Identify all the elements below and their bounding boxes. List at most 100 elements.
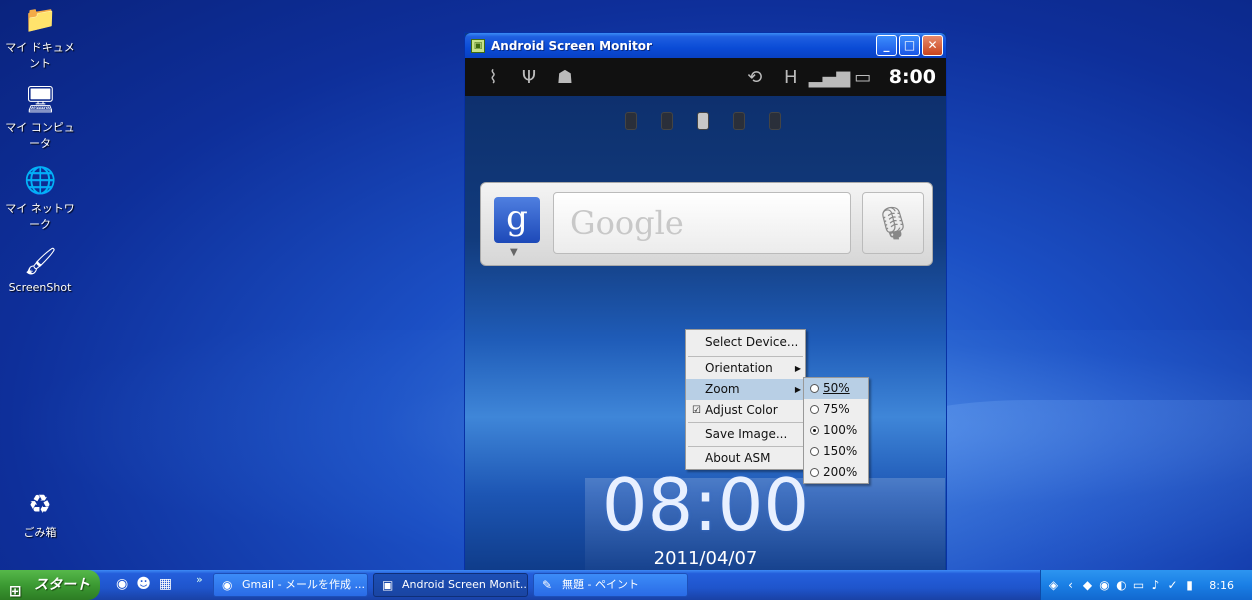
tray-app-icon[interactable]: ▮	[1183, 578, 1196, 592]
menu-item-label: Save Image...	[705, 427, 788, 441]
battery-icon: ▭	[854, 66, 872, 88]
task-label: 無題 - ペイント	[562, 578, 639, 591]
tray-app-icon[interactable]: ◈	[1047, 578, 1060, 592]
menu-item-about-asm[interactable]: About ASM	[686, 448, 805, 469]
android-debug-icon: ☗	[556, 66, 574, 88]
menu-item-orientation[interactable]: Orientation ▶	[686, 358, 805, 379]
radio-icon	[810, 384, 819, 393]
window-title: Android Screen Monitor	[491, 38, 652, 53]
page-dot-active	[697, 112, 709, 130]
zoom-option-75[interactable]: 75%	[804, 399, 868, 420]
page-dot	[733, 112, 745, 130]
usb-icon: Ψ	[521, 66, 537, 88]
zoom-option-label: 75%	[823, 402, 850, 416]
chrome-icon: ◉	[222, 578, 233, 592]
rotation-icon: ⟲	[747, 66, 763, 88]
quick-launch-bar: ◉ ☻ ▦	[116, 576, 172, 592]
maximize-button[interactable]: □	[899, 35, 920, 56]
computer-icon: 🖥	[24, 85, 58, 115]
homescreen-page-indicator	[625, 112, 781, 130]
desktop-icon-label: マイ コンピュータ	[5, 121, 75, 150]
menu-item-label: Adjust Color	[705, 403, 778, 417]
desktop-icon-my-network[interactable]: 🌐 マイ ネットワーク	[0, 165, 80, 232]
menu-separator	[688, 356, 803, 357]
radio-icon	[810, 468, 819, 477]
network-tray-icon[interactable]: ▭	[1132, 578, 1145, 592]
desktop-icon-my-documents[interactable]: 📁 マイ ドキュメント	[0, 4, 80, 71]
window-titlebar[interactable]: ▣ Android Screen Monitor _ □ ✕	[465, 33, 946, 58]
menu-separator	[688, 422, 803, 423]
folder-icon: 📁	[24, 5, 57, 35]
minimize-button[interactable]: _	[876, 35, 897, 56]
status-clock: 8:00	[888, 66, 936, 88]
zoom-submenu: 50% 75% 100% 150% 200%	[803, 377, 869, 484]
wifi-icon: ⌇	[488, 66, 498, 88]
page-dot	[661, 112, 673, 130]
chevron-down-icon: ▼	[510, 247, 518, 258]
tray-app-icon[interactable]: ◐	[1115, 578, 1128, 592]
zoom-option-label: 200%	[823, 465, 858, 479]
menu-item-label: Zoom	[705, 382, 740, 396]
menu-item-save-image[interactable]: Save Image...	[686, 424, 805, 445]
zoom-option-50[interactable]: 50%	[804, 378, 868, 399]
menu-item-label: About ASM	[705, 451, 771, 465]
task-button-gmail[interactable]: ◉ Gmail - メールを作成 ...	[213, 573, 368, 597]
messenger-quicklaunch-icon[interactable]: ☻	[136, 576, 151, 592]
zoom-option-label: 100%	[823, 423, 858, 437]
hspa-icon: H	[783, 66, 798, 88]
android-screen[interactable]: ⌇ Ψ ☗ ⟲ H ▂▄▆ ▭ 8:00 g ▼ Google 🎙 08:00 …	[465, 58, 946, 571]
chrome-quicklaunch-icon[interactable]: ◉	[116, 576, 128, 592]
desktop-icon-label: ごみ箱	[23, 526, 57, 539]
desktop-icon-label: ScreenShot	[8, 281, 72, 294]
windows-flag-icon: ⊞	[9, 582, 22, 600]
context-menu: Select Device... Orientation ▶ Zoom ▶ ☑ …	[685, 329, 806, 470]
zoom-option-200[interactable]: 200%	[804, 462, 868, 483]
task-label: Gmail - メールを作成 ...	[242, 578, 366, 591]
screenshot-shortcut-icon: 🖌	[24, 247, 58, 277]
asm-icon: ▣	[382, 578, 394, 592]
desktop-icon-label: マイ ネットワーク	[5, 202, 75, 231]
volume-icon[interactable]: ♪	[1149, 578, 1162, 592]
task-button-asm[interactable]: ▣ Android Screen Monit...	[373, 573, 528, 597]
menu-item-label: Orientation	[705, 361, 773, 375]
menu-item-zoom[interactable]: Zoom ▶	[686, 379, 805, 400]
submenu-arrow-icon: ▶	[794, 364, 801, 373]
paint-icon: ✎	[542, 578, 553, 592]
microphone-icon[interactable]: 🎙	[862, 192, 924, 254]
desktop-icon-my-computer[interactable]: 🖥 マイ コンピュータ	[0, 84, 80, 151]
radio-icon	[810, 405, 819, 414]
close-button[interactable]: ✕	[922, 35, 943, 56]
show-desktop-icon[interactable]: ▦	[159, 576, 172, 592]
google-search-widget: g ▼ Google 🎙	[480, 182, 933, 266]
android-status-bar: ⌇ Ψ ☗ ⟲ H ▂▄▆ ▭ 8:00	[465, 58, 946, 96]
chevron-right-icon[interactable]: »	[196, 573, 203, 586]
clock-widget-time: 08:00	[601, 463, 810, 547]
checkmark-icon: ☑	[692, 405, 701, 416]
start-label: スタート	[34, 577, 90, 593]
asm-window: ▣ Android Screen Monitor _ □ ✕ ⌇ Ψ ☗ ⟲ H…	[464, 32, 947, 572]
task-label: Android Screen Monit...	[402, 578, 528, 591]
start-button[interactable]: ⊞ スタート	[0, 570, 100, 600]
signal-icon: ▂▄▆	[808, 66, 851, 88]
tray-clock[interactable]: 8:16	[1209, 579, 1234, 592]
google-search-input[interactable]: Google	[553, 192, 851, 254]
desktop-icon-screenshot[interactable]: 🖌 ScreenShot	[0, 246, 80, 294]
zoom-option-100[interactable]: 100%	[804, 420, 868, 441]
tray-app-icon[interactable]: ◉	[1098, 578, 1111, 592]
zoom-option-150[interactable]: 150%	[804, 441, 868, 462]
menu-item-select-device[interactable]: Select Device...	[686, 330, 805, 355]
clock-widget-date: 2011/04/07	[653, 548, 758, 569]
task-button-paint[interactable]: ✎ 無題 - ペイント	[533, 573, 688, 597]
taskbar: ⊞ スタート ◉ ☻ ▦ » ◉ Gmail - メールを作成 ... ▣ An…	[0, 570, 1252, 600]
google-g-icon[interactable]: g	[494, 197, 540, 243]
network-icon: 🌐	[24, 166, 57, 196]
recycle-bin-icon: ♻	[28, 490, 52, 520]
menu-item-label: Select Device...	[705, 335, 799, 349]
asm-app-icon: ▣	[471, 38, 485, 53]
menu-item-adjust-color[interactable]: ☑ Adjust Color	[686, 400, 805, 421]
tray-app-icon[interactable]: ◆	[1081, 578, 1094, 592]
chevron-left-icon[interactable]: ‹	[1064, 578, 1077, 592]
desktop-icon-recycle-bin[interactable]: ♻ ごみ箱	[0, 489, 80, 540]
zoom-option-label: 50%	[823, 381, 850, 395]
tray-app-icon[interactable]: ✓	[1166, 578, 1179, 592]
